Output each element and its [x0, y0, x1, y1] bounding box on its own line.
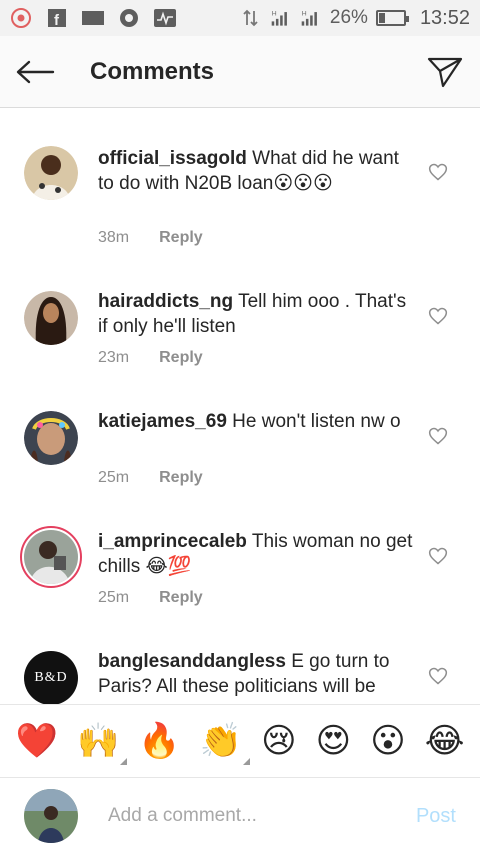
emoji-glyph: 🙌 [76, 721, 120, 761]
current-user-avatar [24, 789, 78, 843]
battery-icon [375, 10, 409, 26]
emoji-tears-of-joy-button[interactable]: 😂 [425, 721, 465, 761]
comment-meta: 38m Reply [98, 229, 203, 247]
paper-plane-icon [427, 57, 463, 87]
chrome-icon [10, 8, 32, 28]
status-icons-right: H H 26% 13:52 [240, 7, 470, 30]
avatar[interactable] [24, 146, 78, 200]
back-button[interactable] [0, 36, 70, 108]
comment-composer: Post [0, 778, 480, 854]
like-heart-icon[interactable] [428, 666, 448, 686]
svg-text:H: H [302, 10, 307, 17]
clock: 13:52 [419, 6, 470, 29]
add-comment-input[interactable] [108, 805, 398, 827]
avatar[interactable]: B&D [24, 651, 78, 704]
emoji-bar: ❤️ 🙌 🔥 👏 😢 😍 😮 😂 [0, 704, 480, 778]
avatar-with-story-ring[interactable] [20, 526, 82, 588]
emoji-heart-eyes-button[interactable]: 😍 [316, 721, 351, 761]
status-bar: f H H 26% 13:52 [0, 0, 480, 36]
comment-username[interactable]: hairaddicts_ng [98, 291, 233, 312]
like-heart-icon[interactable] [428, 426, 448, 446]
emoji-clapping-hands-button[interactable]: 👏 [199, 721, 251, 765]
comments-header: Comments [0, 36, 480, 108]
page-title: Comments [90, 57, 215, 85]
skin-tone-indicator [120, 758, 128, 765]
svg-text:H: H [272, 10, 277, 17]
avatar[interactable] [24, 291, 78, 345]
comment-username[interactable]: banglesanddangless [98, 651, 286, 672]
direct-message-button[interactable] [410, 36, 480, 108]
avatar[interactable] [24, 411, 78, 465]
like-heart-icon[interactable] [428, 306, 448, 326]
facebook-icon: f [46, 8, 68, 28]
status-icons-left: f [10, 8, 176, 28]
emoji-fire-button[interactable]: 🔥 [138, 721, 180, 761]
reply-button[interactable]: Reply [159, 349, 203, 367]
comment-username[interactable]: katiejames_69 [98, 411, 227, 432]
comment-time: 25m [98, 469, 130, 486]
battery-percent: 26% [329, 7, 368, 28]
comment-username[interactable]: i_amprincecaleb [98, 531, 247, 552]
activity-icon [154, 8, 176, 28]
signal-icon-sim2: H [300, 8, 322, 28]
comment-meta: 25m Reply [98, 589, 203, 607]
reply-button[interactable]: Reply [159, 229, 203, 247]
comment-body: He won't listen nw o [232, 411, 401, 432]
signal-icon-sim1: H [270, 8, 292, 28]
emoji-glyph: 👏 [199, 721, 243, 761]
comment-meta: 23m Reply [98, 349, 203, 367]
comment-time: 25m [98, 589, 130, 606]
emoji-red-heart-button[interactable]: ❤️ [16, 721, 58, 761]
camera-shutter-icon [118, 8, 140, 28]
like-heart-icon[interactable] [428, 162, 448, 182]
emoji-surprised-face-button[interactable]: 😮 [370, 721, 405, 761]
comment-text: banglesanddangless E go turn to Paris? A… [98, 649, 414, 699]
comment-meta: 25m Reply [98, 469, 203, 487]
comments-list[interactable]: official_issagold What did he want to do… [0, 108, 480, 704]
comment-time: 38m [98, 229, 130, 246]
screen-icon [82, 8, 104, 28]
comment-text: hairaddicts_ng Tell him ooo . That's if … [98, 289, 414, 339]
reply-button[interactable]: Reply [159, 589, 203, 607]
comment-username[interactable]: official_issagold [98, 148, 247, 169]
emoji-raising-hands-button[interactable]: 🙌 [76, 721, 128, 765]
comment-time: 23m [98, 349, 130, 366]
like-heart-icon[interactable] [428, 546, 448, 566]
skin-tone-indicator [243, 758, 251, 765]
avatar-logo-text: B&D [34, 670, 68, 685]
comment-text: katiejames_69 He won't listen nw o [98, 409, 414, 434]
data-transfer-icon [240, 8, 262, 28]
comment-text: i_amprincecaleb This woman no get chills… [98, 529, 414, 579]
post-button[interactable]: Post [416, 805, 456, 828]
reply-button[interactable]: Reply [159, 469, 203, 487]
battery-fill [378, 13, 385, 23]
comment-text: official_issagold What did he want to do… [98, 146, 414, 196]
emoji-crying-face-button[interactable]: 😢 [261, 721, 296, 761]
back-arrow-icon [16, 60, 55, 83]
